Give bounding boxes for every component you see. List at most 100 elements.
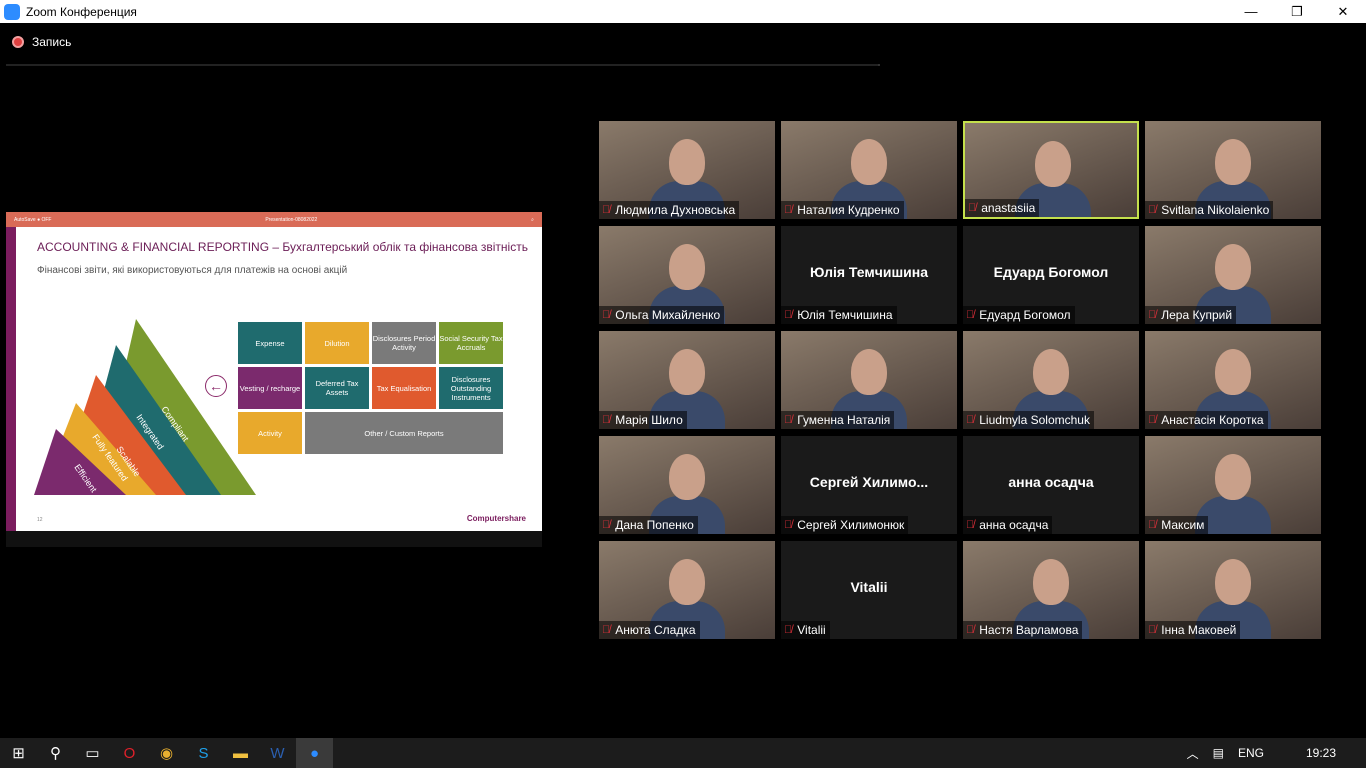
participant-tile[interactable]: 🎙̸ Наталия Кудренко — [781, 121, 957, 219]
slide-title: ACCOUNTING & FINANCIAL REPORTING – Бухга… — [37, 240, 528, 254]
name-label: 🎙̸ Vitalii — [781, 621, 830, 639]
participant-name: Liudmyla Solomchuk — [979, 413, 1090, 427]
title-bar: Zoom Конференция — ❐ ✕ — [0, 0, 1366, 23]
participant-name: Настя Варламова — [979, 623, 1079, 637]
clock[interactable]: 19:23 — [1306, 746, 1336, 760]
chevron-up-icon[interactable]: ︿ — [1187, 745, 1199, 762]
zoom-icon[interactable]: ● — [296, 738, 333, 768]
participant-tile[interactable]: 🎙̸ Марія Шило — [599, 331, 775, 429]
report-cell: Other / Custom Reports — [305, 412, 503, 454]
task-view-icon[interactable]: ▭ — [74, 738, 111, 768]
participant-name: Vitalii — [797, 623, 826, 637]
system-tray: ︿ ▤ ENG 19:23 — [1187, 738, 1366, 768]
muted-mic-icon: 🎙̸ — [784, 204, 793, 216]
window-title: Zoom Конференция — [26, 4, 137, 19]
skype-icon[interactable]: S — [185, 738, 222, 768]
muted-mic-icon: 🎙̸ — [602, 309, 611, 321]
record-icon — [12, 36, 24, 48]
muted-mic-icon: 🎙̸ — [1148, 204, 1157, 216]
muted-mic-icon: 🎙̸ — [784, 309, 793, 321]
video-face — [1215, 244, 1251, 290]
report-cell: Expense — [238, 322, 302, 364]
participant-tile[interactable]: Сергей Хилимо... 🎙̸ Сергей Хилимонюк — [781, 436, 957, 534]
name-label: 🎙̸ Анастасія Коротка — [1145, 411, 1268, 429]
opera-icon[interactable]: O — [111, 738, 148, 768]
participant-name: Наталия Кудренко — [797, 203, 900, 217]
name-label: 🎙̸ Ольга Михайленко — [599, 306, 725, 324]
participant-name: анна осадча — [979, 518, 1049, 532]
participant-name: anastasiia — [981, 201, 1036, 215]
muted-mic-icon: 🎙̸ — [602, 624, 611, 636]
participant-tile[interactable]: 🎙̸ Анюта Сладка — [599, 541, 775, 639]
participant-tile[interactable]: 🎙̸ Людмила Духновська — [599, 121, 775, 219]
muted-mic-icon: 🎙̸ — [966, 414, 975, 426]
participant-name: Гуменна Наталія — [797, 413, 891, 427]
participant-tile[interactable]: 🎙̸ Максим — [1145, 436, 1321, 534]
participant-display-name: Сергей Хилимо... — [809, 474, 929, 490]
participant-tile[interactable]: 🎙̸ Лера Куприй — [1145, 226, 1321, 324]
video-face — [851, 349, 887, 395]
language-indicator[interactable]: ENG — [1238, 746, 1264, 760]
name-label: 🎙̸ anastasiia — [965, 199, 1040, 217]
participant-name: Svitlana Nikolaienko — [1161, 203, 1270, 217]
page-number: 12 — [37, 517, 43, 523]
report-cell: Activity — [238, 412, 302, 454]
name-label: 🎙̸ Максим — [1145, 516, 1209, 534]
participant-display-name: Vitalii — [850, 579, 888, 595]
maximize-button[interactable]: ❐ — [1274, 0, 1320, 23]
search-icon[interactable]: ⚲ — [37, 738, 74, 768]
explorer-icon[interactable]: ▬ — [222, 738, 259, 768]
participant-tile[interactable]: 🎙̸ anastasiia — [963, 121, 1139, 219]
video-face — [669, 454, 705, 500]
participant-display-name: Юлія Темчишина — [810, 264, 928, 280]
participant-tile[interactable]: 🎙̸ Гуменна Наталія — [781, 331, 957, 429]
participant-name: Марія Шило — [615, 413, 683, 427]
video-face — [669, 244, 705, 290]
name-label: 🎙̸ Лера Куприй — [1145, 306, 1237, 324]
participant-tile[interactable]: Юлія Темчишина 🎙̸ Юлія Темчишина — [781, 226, 957, 324]
minimize-button[interactable]: — — [1228, 0, 1274, 23]
participant-tile[interactable]: Vitalii 🎙̸ Vitalii — [781, 541, 957, 639]
participant-name: Лера Куприй — [1161, 308, 1233, 322]
name-label: 🎙̸ анна осадча — [963, 516, 1053, 534]
muted-mic-icon: 🎙̸ — [1148, 519, 1157, 531]
notification-icon[interactable]: ▤ — [1213, 746, 1224, 760]
recording-indicator[interactable]: Запись — [12, 35, 71, 49]
participant-tile[interactable]: 🎙̸ Svitlana Nikolaienko — [1145, 121, 1321, 219]
word-icon[interactable]: W — [259, 738, 296, 768]
participant-tile[interactable]: 🎙̸ Ольга Михайленко — [599, 226, 775, 324]
screen-share[interactable]: AutoSave ● OFF Presentation-08082022 ⌕ A… — [6, 212, 542, 547]
participant-tile[interactable]: 🎙̸ Дана Попенко — [599, 436, 775, 534]
participant-tile[interactable]: Едуард Богомол 🎙̸ Едуард Богомол — [963, 226, 1139, 324]
video-face — [1215, 454, 1251, 500]
video-face — [1033, 349, 1069, 395]
participant-display-name: анна осадча — [1008, 474, 1094, 490]
report-cell: Social Security Tax Accruals — [439, 322, 503, 364]
muted-mic-icon: 🎙̸ — [966, 624, 975, 636]
arrow-left-icon: ← — [205, 375, 227, 397]
report-cell: Tax Equalisation — [372, 367, 436, 409]
taskbar: ⊞ ⚲ ▭ O ◉ S ▬ W ● ︿ ▤ ENG 19:23 — [0, 738, 1366, 768]
zoom-logo-icon — [4, 3, 20, 20]
participant-tile[interactable]: 🎙̸ Інна Маковей — [1145, 541, 1321, 639]
participant-tile[interactable]: 🎙̸ Настя Варламова — [963, 541, 1139, 639]
muted-mic-icon: 🎙̸ — [1148, 624, 1157, 636]
participant-tile[interactable]: 🎙̸ Анастасія Коротка — [1145, 331, 1321, 429]
start-icon[interactable]: ⊞ — [0, 738, 37, 768]
chrome-icon[interactable]: ◉ — [148, 738, 185, 768]
name-label: 🎙̸ Гуменна Наталія — [781, 411, 895, 429]
participant-name: Інна Маковей — [1161, 623, 1237, 637]
ppt-toolbar: AutoSave ● OFF Presentation-08082022 ⌕ — [6, 212, 542, 227]
muted-mic-icon: 🎙̸ — [602, 519, 611, 531]
participant-name: Юлія Темчишина — [797, 308, 893, 322]
name-label: 🎙̸ Інна Маковей — [1145, 621, 1241, 639]
close-button[interactable]: ✕ — [1320, 0, 1366, 23]
report-cell: Dilution — [305, 322, 369, 364]
name-label: 🎙̸ Svitlana Nikolaienko — [1145, 201, 1274, 219]
participant-name: Едуард Богомол — [979, 308, 1071, 322]
participant-tile[interactable]: 🎙̸ Liudmyla Solomchuk — [963, 331, 1139, 429]
participant-name: Сергей Хилимонюк — [797, 518, 905, 532]
participant-tile[interactable]: анна осадча 🎙̸ анна осадча — [963, 436, 1139, 534]
divider — [6, 64, 880, 66]
muted-mic-icon: 🎙̸ — [966, 309, 975, 321]
